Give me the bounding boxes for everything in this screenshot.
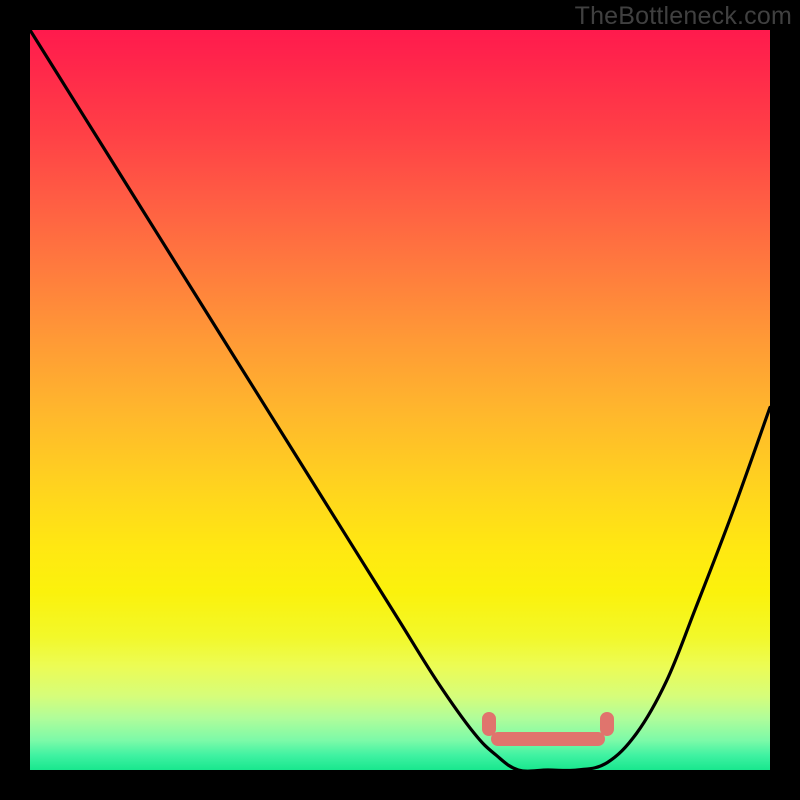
watermark-text: TheBottleneck.com [575,2,792,31]
optimal-range-bar [491,732,605,746]
optimal-range-right-marker [600,712,614,736]
bottleneck-curve-path [30,30,770,770]
chart-frame: TheBottleneck.com [0,0,800,800]
curve-svg [30,30,770,770]
plot-area [30,30,770,770]
